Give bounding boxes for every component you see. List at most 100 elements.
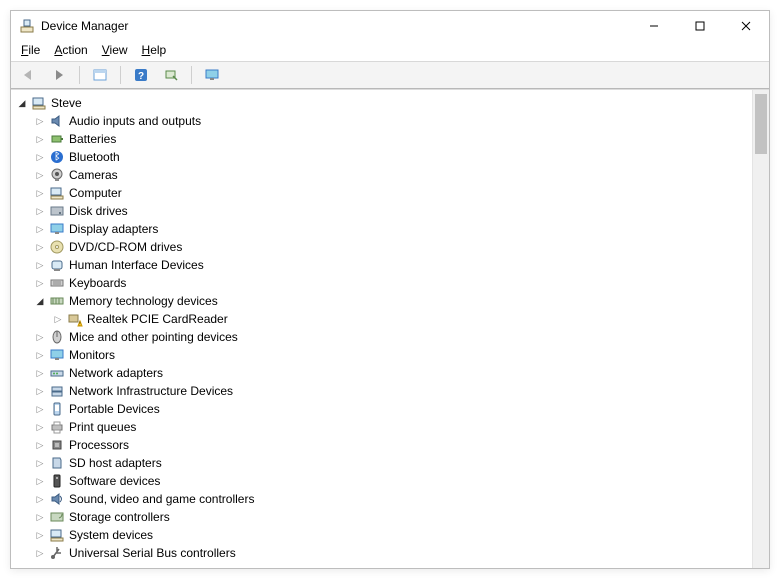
tree-node[interactable]: ▷!Realtek PCIE CardReader [15,310,752,328]
tree-node[interactable]: ◢Steve [15,94,752,112]
tree-node[interactable]: ▷System devices [15,526,752,544]
scan-button[interactable] [159,64,183,86]
expand-icon[interactable]: ▷ [33,276,47,290]
vertical-scrollbar[interactable] [752,90,769,568]
expand-icon[interactable]: ▷ [33,168,47,182]
maximize-button[interactable] [677,11,723,41]
menu-help[interactable]: HelpHelp [142,43,167,57]
tree-node[interactable]: ▷Mice and other pointing devices [15,328,752,346]
menu-view[interactable]: ViewView [102,43,128,57]
expand-icon[interactable]: ▷ [33,204,47,218]
storage-icon [49,509,65,525]
expand-icon[interactable]: ▷ [33,384,47,398]
tree-node-label: Cameras [69,166,118,184]
tree-node[interactable]: ▷Print queues [15,418,752,436]
tree-node[interactable]: ▷ SD host adapters [15,454,752,472]
expand-icon[interactable]: ▷ [33,150,47,164]
scroll-thumb[interactable] [755,94,767,154]
tree-node[interactable]: ◢Memory technology devices [15,292,752,310]
back-button[interactable] [17,64,41,86]
expand-icon[interactable]: ▷ [33,546,47,560]
tree-node-label: Sound, video and game controllers [69,490,254,508]
tree-node[interactable]: ▷ Display adapters [15,220,752,238]
expand-icon[interactable]: ▷ [33,420,47,434]
tree-node[interactable]: ▷Universal Serial Bus controllers [15,544,752,562]
expand-icon[interactable]: ▷ [33,456,47,470]
expand-icon[interactable]: ▷ [33,222,47,236]
expand-icon[interactable]: ▷ [33,330,47,344]
titlebar: Device Manager [11,11,769,41]
tree-node[interactable]: ▷ Network Infrastructure Devices [15,382,752,400]
expand-icon[interactable]: ▷ [33,258,47,272]
usb-icon [49,545,65,561]
expand-icon[interactable]: ▷ [33,528,47,542]
expand-icon[interactable]: ▷ [33,114,47,128]
disk-icon [49,203,65,219]
monitor-icon [49,347,65,363]
tree-node[interactable]: ▷Computer [15,184,752,202]
mouse-icon [49,329,65,345]
tree-node-label: Realtek PCIE CardReader [87,310,228,328]
tree-node[interactable]: ▷Storage controllers [15,508,752,526]
software-icon [49,473,65,489]
audio-icon [49,113,65,129]
expand-icon[interactable]: ▷ [33,492,47,506]
tree-node[interactable]: ▷ Portable Devices [15,400,752,418]
tree-node[interactable]: ▷DVD/CD-ROM drives [15,238,752,256]
expand-icon[interactable]: ▷ [33,510,47,524]
computer-icon [31,95,47,111]
tree-node[interactable]: ▷Software devices [15,472,752,490]
tree-node[interactable]: ▷ Sound, video and game controllers [15,490,752,508]
help-button[interactable]: ? [129,64,153,86]
cardreader-warning-icon: ! [67,311,83,327]
minimize-button[interactable] [631,11,677,41]
tree-node[interactable]: ▷Processors [15,436,752,454]
close-button[interactable] [723,11,769,41]
expand-icon[interactable]: ▷ [33,186,47,200]
tree-node[interactable]: ▷ Bluetooth [15,148,752,166]
tree-node[interactable]: ▷ Audio inputs and outputs [15,112,752,130]
portable-icon [49,401,65,417]
tree-node[interactable]: ▷ Cameras [15,166,752,184]
tree-node[interactable]: ▷Network adapters [15,364,752,382]
menubar: FFile/*noop*/ile ActionAction ViewView H… [11,41,769,61]
camera-icon [49,167,65,183]
netinfra-icon [49,383,65,399]
tree-node-label: Portable Devices [69,400,160,418]
tree-node[interactable]: ▷Keyboards [15,274,752,292]
tree-node[interactable]: ▷Batteries [15,130,752,148]
tree-node-label: Display adapters [69,220,158,238]
tree-node[interactable]: ▷ Human Interface Devices [15,256,752,274]
keyboard-icon [49,275,65,291]
tree-node[interactable]: ▷ Monitors [15,346,752,364]
monitor-button[interactable] [200,64,224,86]
collapse-icon[interactable]: ◢ [33,294,47,308]
expand-icon[interactable]: ▷ [51,312,65,326]
device-tree[interactable]: ◢Steve ▷ Audio inputs and outputs▷Batterie… [11,90,752,568]
expand-icon[interactable]: ▷ [33,366,47,380]
tree-node[interactable]: ▷ Disk drives [15,202,752,220]
memory-icon [49,293,65,309]
tree-node-label: Monitors [69,346,115,364]
expand-icon[interactable]: ▷ [33,348,47,362]
tree-node-label: Network Infrastructure Devices [69,382,233,400]
tree-node-label: Disk drives [69,202,128,220]
tree-node-label: SD host adapters [69,454,162,472]
print-icon [49,419,65,435]
expand-icon[interactable]: ▷ [33,402,47,416]
tree-node-label: Audio inputs and outputs [69,112,201,130]
expand-icon[interactable]: ▷ [33,474,47,488]
expand-icon[interactable]: ▷ [33,132,47,146]
collapse-icon[interactable]: ◢ [15,96,29,110]
forward-button[interactable] [47,64,71,86]
expand-icon[interactable]: ▷ [33,240,47,254]
window-title: Device Manager [41,19,128,33]
system-icon [49,527,65,543]
menu-action[interactable]: ActionAction [54,43,87,57]
tree-node-label: Bluetooth [69,148,120,166]
expand-icon[interactable]: ▷ [33,438,47,452]
menu-file[interactable]: FFile/*noop*/ile [21,43,40,57]
sound-icon [49,491,65,507]
tree-node-label: Human Interface Devices [69,256,204,274]
show-hidden-button[interactable] [88,64,112,86]
